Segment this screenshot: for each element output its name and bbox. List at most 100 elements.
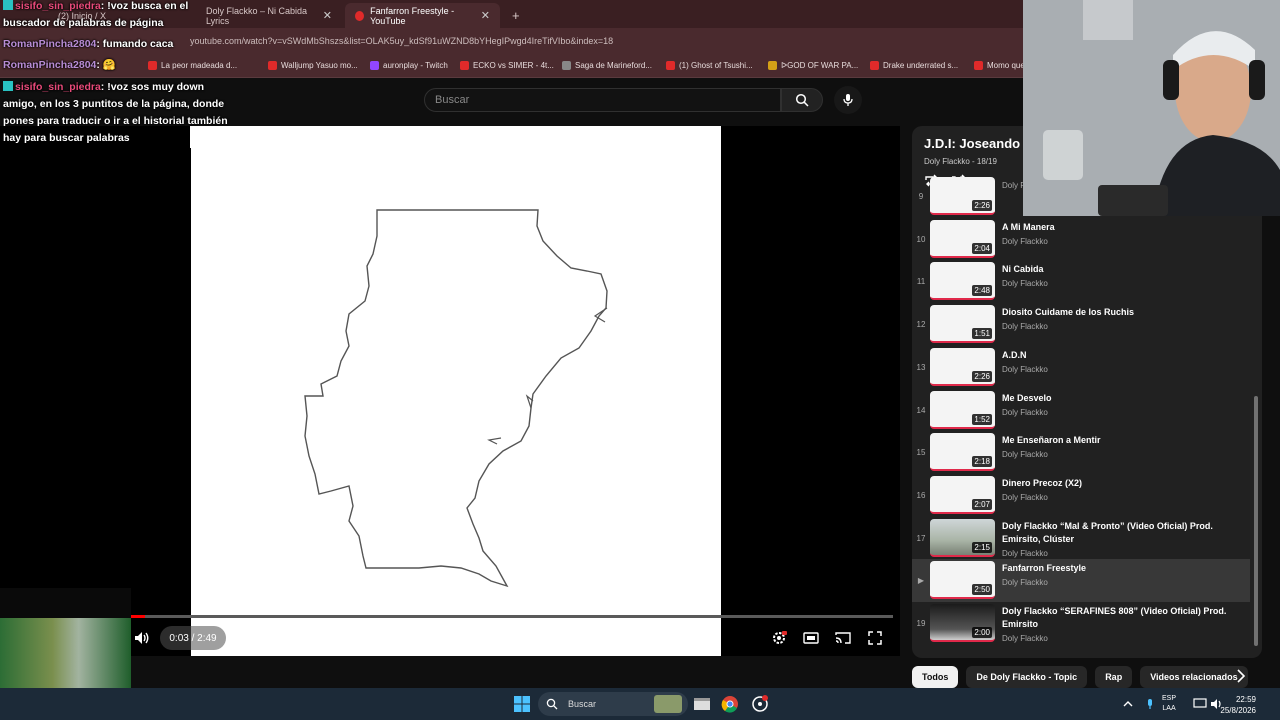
tab-youtube-active[interactable]: Fanfarron Freestyle - YouTube ✕ [345, 3, 500, 28]
bookmark-item[interactable]: Walljump Yasuo mo... [268, 61, 358, 70]
close-tab-icon[interactable]: ✕ [323, 9, 332, 22]
video-thumbnail[interactable]: 2:26 [930, 347, 995, 386]
playlist-item-title[interactable]: Me Desvelo [1002, 392, 1247, 405]
video-thumbnail[interactable]: 2:00 [930, 604, 995, 642]
theater-mode-button[interactable] [801, 628, 821, 648]
taskbar-search[interactable]: Buscar [538, 692, 688, 716]
playlist-item[interactable]: 15 2:18 Me Enseñaron a Mentir Doly Flackko [912, 431, 1250, 474]
youtube-icon [974, 61, 983, 70]
chrome-icon[interactable] [720, 694, 740, 714]
search-icon [546, 698, 558, 710]
bookmark-item[interactable]: Drake underrated s... [870, 61, 958, 70]
new-tab-button[interactable]: + [502, 3, 522, 28]
playlist-item[interactable]: 12 1:51 Diosito Cuidame de los Ruchis Doly … [912, 303, 1250, 346]
playlist-item-title[interactable]: A Mi Manera [1002, 221, 1247, 234]
url-text[interactable]: youtube.com/watch?v=vSWdMbShszs&list=OLA… [190, 36, 613, 46]
playlist-item-channel[interactable]: Doly Flackko [1002, 322, 1247, 331]
playlist-scrollbar[interactable] [1254, 396, 1258, 646]
playlist-item[interactable]: 17 2:15 Doly Flackko “Mal & Pronto” (Video… [912, 517, 1250, 560]
playlist-item-channel[interactable]: Doly Flackko [1002, 549, 1247, 558]
bookmark-item[interactable]: auronplay - Twitch [370, 61, 448, 70]
bookmark-item[interactable]: ECKO vs SIMER - 4t... [460, 61, 554, 70]
video-thumbnail[interactable]: 2:07 [930, 475, 995, 514]
chip-rap[interactable]: Rap [1095, 666, 1133, 688]
bookmark-label: (1) Ghost of Tsushi... [679, 61, 753, 70]
video-thumbnail[interactable]: 2:50 [930, 561, 995, 600]
search-icon [795, 93, 809, 107]
playlist-item[interactable]: 10 2:04 A Mi Manera Doly Flackko [912, 218, 1250, 261]
volume-button[interactable] [132, 628, 152, 648]
search-input[interactable]: Buscar [424, 88, 781, 112]
chevron-up-icon[interactable] [1118, 694, 1138, 714]
playlist-item-channel[interactable]: Doly Flackko [1002, 279, 1247, 288]
system-clock[interactable]: 22:59 25/8/2026 [1220, 694, 1256, 716]
playlist-item-title[interactable]: Diosito Cuidame de los Ruchis [1002, 306, 1247, 319]
playlist-item[interactable]: 16 2:07 Dinero Precoz (X2) Doly Flackko [912, 474, 1250, 517]
duration-badge: 1:51 [972, 328, 992, 340]
playlist-item-title[interactable]: Me Enseñaron a Mentir [1002, 434, 1247, 447]
chip-topic[interactable]: De Doly Flackko - Topic [966, 666, 1088, 688]
video-player[interactable]: 0:03 / 2:49 [0, 126, 900, 656]
playlist-item[interactable]: 11 2:48 Ni Cabida Doly Flackko [912, 260, 1250, 303]
playlist-item-text: A.D.N Doly Flackko [1002, 349, 1247, 374]
fullscreen-button[interactable] [865, 628, 885, 648]
bookmark-item[interactable]: Momo que [974, 61, 1025, 70]
settings-button[interactable] [769, 628, 789, 648]
video-frame[interactable] [191, 126, 721, 656]
language-indicator[interactable]: ESP LAA [1162, 694, 1176, 714]
search-button[interactable] [781, 88, 823, 112]
twitch-icon [370, 61, 379, 70]
playlist-item-channel[interactable]: Doly Flackko [1002, 237, 1247, 246]
playlist-item-channel[interactable]: Doly Flackko [1002, 493, 1247, 502]
microphone-icon[interactable] [1140, 694, 1160, 714]
playlist-item[interactable]: 19 2:00 Doly Flackko “SERAFINES 808” (Vide… [912, 602, 1250, 645]
playlist-item-current[interactable]: ▶ 2:50 Fanfarron Freestyle Doly Flackko [912, 559, 1250, 603]
progress-bar[interactable] [131, 615, 893, 618]
duration-badge: 2:07 [972, 498, 992, 510]
playlist-item-channel[interactable]: Doly Flackko [1002, 408, 1247, 417]
bookmark-item[interactable]: (1) Ghost of Tsushi... [666, 61, 753, 70]
voice-search-button[interactable] [834, 86, 862, 114]
duration-badge: 1:52 [972, 413, 992, 425]
chip-related[interactable]: Videos relacionados [1140, 666, 1248, 688]
playlist-subtitle: Doly Flackko - 18/19 [924, 157, 997, 166]
playlist-item-title[interactable]: A.D.N [1002, 349, 1247, 362]
playlist-item[interactable]: 14 1:52 Me Desvelo Doly Flackko [912, 389, 1250, 432]
video-thumbnail[interactable]: 2:04 [930, 219, 995, 258]
duration-badge: 2:00 [972, 627, 992, 638]
video-thumbnail[interactable]: 2:15 [930, 518, 995, 557]
obs-icon[interactable] [750, 694, 770, 714]
time-display: 0:03 / 2:49 [160, 626, 226, 650]
cast-button[interactable] [833, 628, 853, 648]
playlist-item-channel[interactable]: Doly Flackko [1002, 365, 1247, 374]
youtube-favicon-icon [355, 10, 365, 21]
playlist-item-channel[interactable]: Doly Flackko [1002, 634, 1247, 643]
playlist-item-channel[interactable]: Doly Flackko [1002, 578, 1247, 587]
video-thumbnail[interactable]: 1:51 [930, 305, 995, 344]
playlist-item-title[interactable]: Fanfarron Freestyle [1002, 562, 1247, 575]
playlist-item-title[interactable]: Dinero Precoz (X2) [1002, 477, 1247, 490]
windows-start-icon[interactable] [512, 694, 532, 714]
video-thumbnail[interactable]: 2:48 [930, 262, 995, 301]
playlist-item-title[interactable]: Ni Cabida [1002, 263, 1247, 276]
video-thumbnail[interactable]: 2:18 [930, 433, 995, 472]
chat-message: RomanPincha2804: 🤗 [3, 57, 228, 74]
playlist-item-index: ▶ [917, 576, 925, 586]
bookmark-item[interactable]: Saga de Marineford... [562, 61, 652, 70]
video-thumbnail[interactable]: 2:26 [930, 177, 995, 215]
chip-todos[interactable]: Todos [912, 666, 959, 688]
playlist-item[interactable]: 13 2:26 A.D.N Doly Flackko [912, 346, 1250, 389]
fullscreen-icon [868, 631, 882, 645]
playlist-item-index: 14 [916, 405, 926, 415]
chips-next-button[interactable] [1236, 669, 1246, 688]
playlist-title[interactable]: J.D.I: Joseando a [924, 136, 1031, 151]
playlist-item-channel[interactable]: Doly Flackko [1002, 450, 1247, 459]
map-outline-image [304, 209, 608, 588]
close-tab-icon[interactable]: ✕ [481, 9, 490, 22]
playlist-item-title[interactable]: Doly Flackko “SERAFINES 808” (Video Ofic… [1002, 605, 1247, 631]
bookmark-item[interactable]: ᐅGOD OF WAR PA... [768, 61, 858, 70]
video-thumbnail[interactable]: 1:52 [930, 390, 995, 429]
chevron-right-icon [1237, 669, 1246, 683]
playlist-item-title[interactable]: Doly Flackko “Mal & Pronto” (Video Ofici… [1002, 520, 1247, 546]
file-explorer-icon[interactable] [692, 694, 712, 714]
